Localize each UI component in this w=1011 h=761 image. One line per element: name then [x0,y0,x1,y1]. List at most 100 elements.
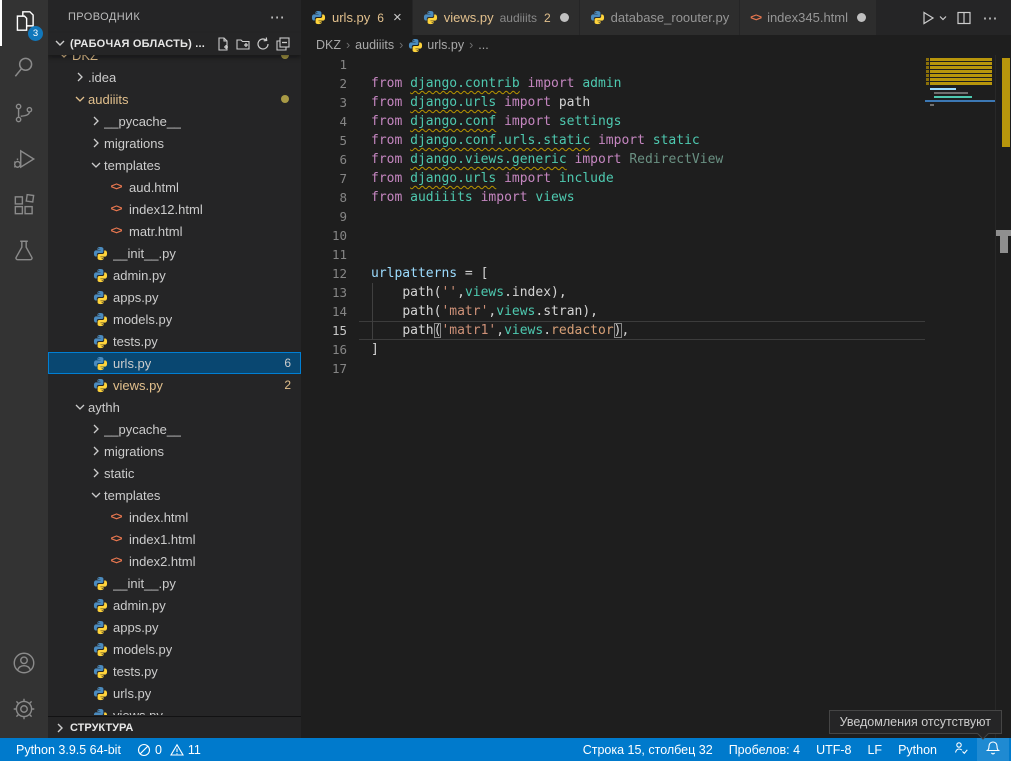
extensions-activity-button[interactable] [0,184,48,230]
refresh-icon[interactable] [253,34,273,54]
indentation-status[interactable]: Пробелов: 4 [721,738,808,761]
code-line-15[interactable]: 15 path('matr1',views.redactor), [301,321,925,340]
tree-item-index1.html[interactable]: <>index1.html [48,528,301,550]
tree-item-templates[interactable]: templates [48,484,301,506]
tree-item-urls.py[interactable]: urls.py [48,682,301,704]
tree-item-.idea[interactable]: .idea [48,66,301,88]
tree-item-aud.html[interactable]: <>aud.html [48,176,301,198]
feedback-button[interactable] [945,738,977,761]
tree-item-urls.py[interactable]: urls.py6 [48,352,301,374]
breadcrumb-DKZ[interactable]: DKZ [316,38,341,52]
tree-item-__pycache__[interactable]: __pycache__ [48,110,301,132]
minimap[interactable] [925,55,995,682]
new-file-icon[interactable] [213,34,233,54]
workspace-section-header[interactable]: (РАБОЧАЯ ОБЛАСТЬ) ... [48,33,301,55]
code-line-2[interactable]: 2from django.contrib import admin [301,74,925,93]
run-dropdown-icon[interactable] [935,0,951,35]
tree-item-apps.py[interactable]: apps.py [48,286,301,308]
breadcrumb-audiiits[interactable]: audiiits [355,38,394,52]
python-file-icon [92,575,108,591]
code-editor[interactable]: 12from django.contrib import admin3from … [301,55,925,378]
tree-item-DKZ[interactable]: DKZ [48,55,301,66]
notifications-tooltip: Уведомления отсутствуют [829,710,1002,734]
run-debug-activity-button[interactable] [0,138,48,184]
tree-item-matr.html[interactable]: <>matr.html [48,220,301,242]
tree-item-aythh[interactable]: aythh [48,396,301,418]
tree-item-templates[interactable]: templates [48,154,301,176]
code-line-13[interactable]: 13 path('',views.index), [301,283,925,302]
notifications-bell-button[interactable] [977,738,1009,761]
tree-item-migrations[interactable]: migrations [48,440,301,462]
code-line-1[interactable]: 1 [301,55,925,74]
structure-section-header[interactable]: СТРУКТУРА [48,716,301,738]
breadcrumb-urls.py[interactable]: urls.py [408,38,464,53]
chevron-right-icon [72,69,88,85]
testing-activity-button[interactable] [0,230,48,276]
new-folder-icon[interactable] [233,34,253,54]
explorer-more-actions-icon[interactable]: ⋯ [266,8,289,26]
tree-item-__init__.py[interactable]: __init__.py [48,572,301,594]
tree-item-index12.html[interactable]: <>index12.html [48,198,301,220]
more-actions-icon[interactable]: ⋯ [977,0,1003,35]
line-number: 10 [301,226,347,245]
account-button[interactable] [0,642,48,688]
tab-index345.html[interactable]: <>index345.html [740,0,876,35]
problems-status[interactable]: 0 11 [129,738,209,761]
minimap-line [930,78,992,81]
tree-item-migrations[interactable]: migrations [48,132,301,154]
overview-ruler[interactable] [995,55,1011,738]
minimap-line [926,58,929,61]
python-interpreter-status[interactable]: Python 3.9.5 64-bit [8,738,129,761]
source-control-activity-button[interactable] [0,92,48,138]
tree-item-models.py[interactable]: models.py [48,308,301,330]
unsaved-dot-icon[interactable] [560,13,569,22]
tab-urls.py[interactable]: urls.py6× [301,0,412,35]
tree-item-__pycache__[interactable]: __pycache__ [48,418,301,440]
split-editor-icon[interactable] [951,0,977,35]
tab-views.py[interactable]: views.pyaudiiits2 [413,0,579,35]
tree-item-static[interactable]: static [48,462,301,484]
code-line-14[interactable]: 14 path('matr',views.stran), [301,302,925,321]
breadcrumb-...[interactable]: ... [478,38,488,52]
encoding-status[interactable]: UTF-8 [808,738,859,761]
close-icon[interactable]: × [393,10,402,25]
tree-item-views.py[interactable]: views.py2 [48,374,301,396]
chevron-right-icon [88,465,104,481]
eol-status[interactable]: LF [859,738,890,761]
language-mode-status[interactable]: Python [890,738,945,761]
code-line-16[interactable]: 16] [301,340,925,359]
code-line-6[interactable]: 6from django.views.generic import Redire… [301,150,925,169]
tree-item-models.py[interactable]: models.py [48,638,301,660]
breadcrumb-label: urls.py [427,38,464,52]
tree-item-audiiits[interactable]: audiiits [48,88,301,110]
code-line-12[interactable]: 12urlpatterns = [ [301,264,925,283]
tree-item-index.html[interactable]: <>index.html [48,506,301,528]
search-activity-button[interactable] [0,46,48,92]
code-line-17[interactable]: 17 [301,359,925,378]
unsaved-dot-icon[interactable] [857,13,866,22]
code-line-5[interactable]: 5from django.conf.urls.static import sta… [301,131,925,150]
tree-item-admin.py[interactable]: admin.py [48,594,301,616]
code-line-10[interactable]: 10 [301,226,925,245]
code-line-3[interactable]: 3from django.urls import path [301,93,925,112]
tree-item-admin.py[interactable]: admin.py [48,264,301,286]
tree-item-views.py[interactable]: views.py [48,704,301,715]
code-line-8[interactable]: 8from audiiits import views [301,188,925,207]
settings-gear-button[interactable] [0,688,48,734]
tab-database_roouter.py[interactable]: database_roouter.py [580,0,740,35]
tree-item-__init__.py[interactable]: __init__.py [48,242,301,264]
error-icon [137,743,151,757]
collapse-all-icon[interactable] [273,34,293,54]
cursor-position-status[interactable]: Строка 15, столбец 32 [575,738,721,761]
files-activity-button[interactable]: 3 [0,0,48,46]
tree-item-tests.py[interactable]: tests.py [48,330,301,352]
scrollbar-thumb[interactable] [1000,230,1008,253]
code-line-4[interactable]: 4from django.conf import settings [301,112,925,131]
code-line-11[interactable]: 11 [301,245,925,264]
code-line-7[interactable]: 7from django.urls import include [301,169,925,188]
tree-item-apps.py[interactable]: apps.py [48,616,301,638]
tree-item-tests.py[interactable]: tests.py [48,660,301,682]
line-content: from django.urls import include [347,169,614,188]
code-line-9[interactable]: 9 [301,207,925,226]
tree-item-index2.html[interactable]: <>index2.html [48,550,301,572]
